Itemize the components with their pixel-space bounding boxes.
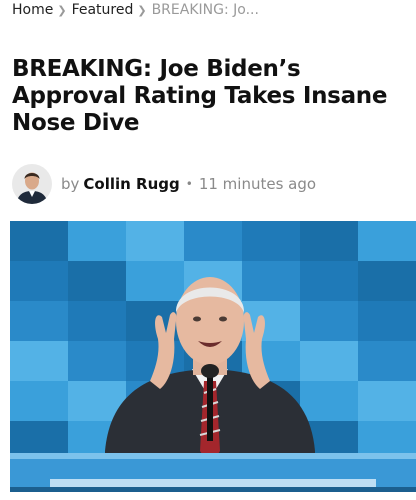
publish-time: 11 minutes ago [198,175,317,193]
author-avatar[interactable] [12,164,52,204]
breadcrumb-current: BREAKING: Jo... [151,2,259,18]
byline-by-label: by [61,175,80,193]
breadcrumb-featured-link[interactable]: Featured [72,2,134,18]
author-link[interactable]: Collin Rugg [83,175,179,193]
article-hero-image [10,221,416,492]
article-title: BREAKING: Joe Biden’s Approval Rating Ta… [12,56,388,136]
breadcrumb: Home ❯ Featured ❯ BREAKING: Jo... [12,0,412,20]
breadcrumb-chevron-icon: ❯ [137,3,147,17]
article-byline: by Collin Rugg • 11 minutes ago [12,162,408,206]
breadcrumb-home-link[interactable]: Home [12,2,53,18]
byline-separator: • [185,177,193,191]
breadcrumb-chevron-icon: ❯ [57,3,67,17]
